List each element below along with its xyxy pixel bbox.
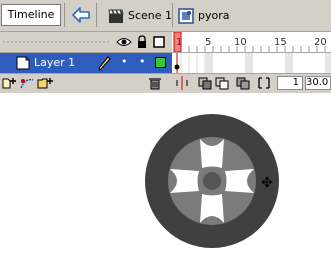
center-frame-icon[interactable] <box>176 76 188 90</box>
timeline-button[interactable]: Timeline <box>1 4 61 26</box>
timeline-panel: 1 5 10 15 20 Layer 1 • • 1 30.0 <box>0 32 331 93</box>
layer-row[interactable]: Layer 1 • • <box>0 53 331 73</box>
frame-rate-field[interactable]: 30.0 <box>305 76 331 90</box>
divider <box>96 3 97 27</box>
breadcrumb-scene[interactable]: Scene 1 <box>108 8 173 24</box>
timeline-footer: 1 30.0 <box>0 73 331 93</box>
frame-strip[interactable] <box>172 53 331 73</box>
stage[interactable] <box>0 93 331 252</box>
current-frame-field[interactable]: 1 <box>277 76 303 90</box>
ruler-number: 15 <box>274 37 287 48</box>
lock-dot[interactable]: • <box>139 55 146 68</box>
outline-color-swatch[interactable] <box>155 57 166 68</box>
frame-cells <box>174 53 331 73</box>
divider <box>172 3 173 27</box>
edit-bar: Timeline Scene 1 pyora <box>0 0 331 32</box>
breadcrumb-symbol[interactable]: pyora <box>178 8 238 24</box>
ruler-number: 10 <box>234 37 247 48</box>
outline-toggle-icon[interactable] <box>153 36 165 48</box>
breadcrumb-label: pyora <box>198 9 230 22</box>
back-arrow-icon <box>72 7 90 23</box>
layer-page-icon <box>16 56 30 70</box>
ruler-number: 1 <box>176 37 183 48</box>
insert-layer-icon[interactable] <box>2 76 18 90</box>
lock-icon[interactable] <box>136 35 148 49</box>
visibility-dot[interactable]: • <box>121 55 128 68</box>
ruler-number: 5 <box>205 37 212 48</box>
scene-clapperboard-icon <box>108 9 124 23</box>
eye-icon[interactable] <box>116 36 132 48</box>
onion-skin-outlines-icon[interactable] <box>214 76 230 90</box>
breadcrumb-label: Scene 1 <box>128 9 173 22</box>
timeline-header: 1 5 10 15 20 <box>0 32 331 53</box>
pencil-icon <box>98 56 111 71</box>
insert-folder-icon[interactable] <box>37 76 53 90</box>
tire-symbol[interactable] <box>0 93 331 252</box>
trash-icon[interactable] <box>148 76 162 90</box>
layer-name[interactable]: Layer 1 <box>34 56 75 69</box>
onion-skin-icon[interactable] <box>197 76 213 90</box>
edit-multiple-frames-icon[interactable] <box>235 76 251 90</box>
add-motion-guide-icon[interactable] <box>19 76 35 90</box>
symbol-icon <box>178 8 194 24</box>
frame-ruler[interactable] <box>172 32 331 52</box>
layer-header[interactable]: Layer 1 • • <box>0 53 172 73</box>
keyframe-dot <box>174 64 180 70</box>
back-arrow-button[interactable] <box>70 5 92 25</box>
hub <box>203 172 221 190</box>
divider <box>64 3 65 27</box>
ruler-number: 20 <box>314 37 327 48</box>
modify-onion-markers-icon[interactable] <box>257 76 271 90</box>
